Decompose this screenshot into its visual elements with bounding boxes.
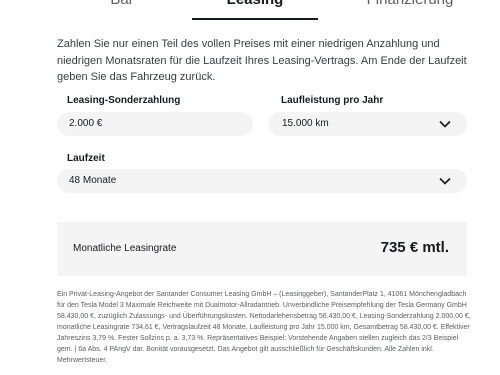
active-tab-indicator xyxy=(192,18,318,20)
laufzeit-value: 48 Monate xyxy=(69,175,117,186)
laufzeit-select[interactable]: 48 Monate xyxy=(57,169,467,193)
tab-bar[interactable]: Bar xyxy=(62,0,182,19)
sonderzahlung-label: Leasing-Sonderzahlung xyxy=(67,95,181,106)
tab-leasing[interactable]: Leasing xyxy=(192,0,318,19)
chevron-down-icon xyxy=(439,176,451,186)
monthly-rate-summary: Monatliche Leasingrate 735 € mtl. xyxy=(57,222,467,276)
tab-finanzierung[interactable]: Finanzierung xyxy=(330,0,490,19)
laufleistung-value: 15.000 km xyxy=(282,118,329,129)
monthly-rate-label: Monatliche Leasingrate xyxy=(73,243,177,254)
chevron-down-icon xyxy=(439,119,451,129)
legal-disclaimer: Ein Privat-Leasing-Angebot der Santander… xyxy=(57,291,471,364)
leasing-intro-text: Zahlen Sie nur einen Teil des vollen Pre… xyxy=(57,38,467,83)
laufleistung-select[interactable]: 15.000 km xyxy=(268,112,467,136)
laufzeit-label: Laufzeit xyxy=(67,153,105,164)
laufleistung-label: Laufleistung pro Jahr xyxy=(281,95,384,106)
sonderzahlung-value: 2.000 € xyxy=(69,118,103,129)
sonderzahlung-input[interactable]: 2.000 € xyxy=(57,112,253,136)
payment-tabs: Bar Leasing Finanzierung xyxy=(0,0,500,20)
monthly-rate-value: 735 € mtl. xyxy=(380,239,449,256)
